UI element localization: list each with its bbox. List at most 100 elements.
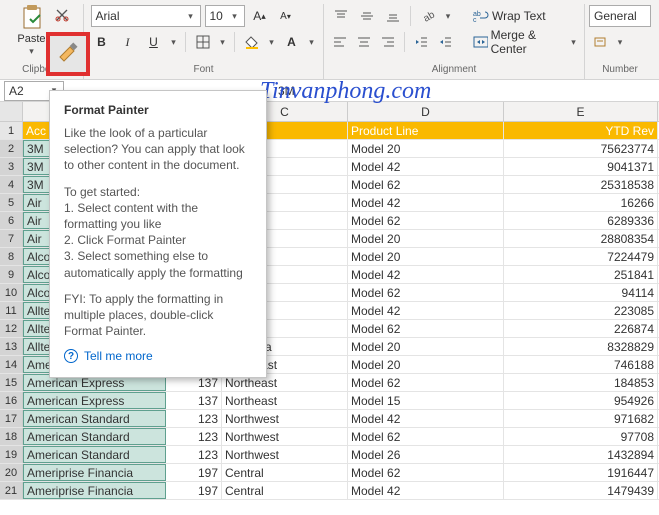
row-header[interactable]: 14 bbox=[0, 356, 23, 373]
row-header[interactable]: 4 bbox=[0, 176, 23, 193]
cell[interactable]: 1479439 bbox=[504, 482, 658, 499]
cell[interactable]: 746188 bbox=[504, 356, 658, 373]
cell[interactable]: Model 20 bbox=[348, 248, 504, 265]
font-color-button[interactable]: A bbox=[281, 31, 303, 53]
align-middle-button[interactable] bbox=[356, 5, 378, 27]
row-header[interactable]: 12 bbox=[0, 320, 23, 337]
cell[interactable]: Model 26 bbox=[348, 446, 504, 463]
cell[interactable]: Northwest bbox=[222, 410, 348, 427]
cell[interactable]: Model 42 bbox=[348, 410, 504, 427]
cell[interactable]: Model 42 bbox=[348, 302, 504, 319]
row-header[interactable]: 7 bbox=[0, 230, 23, 247]
cell[interactable]: Northwest bbox=[222, 428, 348, 445]
bold-button[interactable]: B bbox=[91, 31, 113, 53]
cell[interactable]: 197 bbox=[166, 464, 222, 481]
cell[interactable]: American Express bbox=[23, 392, 166, 409]
cell[interactable]: Model 62 bbox=[348, 284, 504, 301]
accounting-format-button[interactable] bbox=[589, 31, 611, 53]
cell[interactable]: 25318538 bbox=[504, 176, 658, 193]
header-cell[interactable]: Product Line bbox=[348, 122, 504, 139]
increase-indent-button[interactable] bbox=[435, 31, 455, 53]
row-header[interactable]: 11 bbox=[0, 302, 23, 319]
cell[interactable]: Model 42 bbox=[348, 482, 504, 499]
cell[interactable]: 226874 bbox=[504, 320, 658, 337]
number-format-select[interactable]: General bbox=[589, 5, 651, 27]
row-header[interactable]: 2 bbox=[0, 140, 23, 157]
cell[interactable]: 9041371 bbox=[504, 158, 658, 175]
cell[interactable]: 6289336 bbox=[504, 212, 658, 229]
align-right-button[interactable] bbox=[378, 31, 398, 53]
cell[interactable]: American Standard bbox=[23, 428, 166, 445]
cell[interactable]: Central bbox=[222, 464, 348, 481]
row-header[interactable]: 18 bbox=[0, 428, 23, 445]
cell[interactable]: 75623774 bbox=[504, 140, 658, 157]
decrease-indent-button[interactable] bbox=[411, 31, 431, 53]
cell[interactable]: 1432894 bbox=[504, 446, 658, 463]
cell[interactable]: American Standard bbox=[23, 446, 166, 463]
fill-color-button[interactable] bbox=[241, 31, 263, 53]
format-painter-button[interactable] bbox=[57, 42, 79, 67]
cell[interactable]: Northwest bbox=[222, 446, 348, 463]
row-header[interactable]: 8 bbox=[0, 248, 23, 265]
cell[interactable]: Model 20 bbox=[348, 338, 504, 355]
select-all-corner[interactable] bbox=[0, 102, 23, 121]
cell[interactable]: 7224479 bbox=[504, 248, 658, 265]
row-header[interactable]: 3 bbox=[0, 158, 23, 175]
cell[interactable]: 8328829 bbox=[504, 338, 658, 355]
align-center-button[interactable] bbox=[354, 31, 374, 53]
tell-me-more-link[interactable]: ? Tell me more bbox=[64, 349, 252, 363]
cell[interactable]: Model 20 bbox=[348, 230, 504, 247]
cell[interactable]: 184853 bbox=[504, 374, 658, 391]
cell[interactable]: American Standard bbox=[23, 410, 166, 427]
cell[interactable]: Model 62 bbox=[348, 428, 504, 445]
cell[interactable]: 971682 bbox=[504, 410, 658, 427]
cell[interactable]: 137 bbox=[166, 392, 222, 409]
cell[interactable]: 223085 bbox=[504, 302, 658, 319]
align-left-button[interactable] bbox=[330, 31, 350, 53]
row-header[interactable]: 16 bbox=[0, 392, 23, 409]
row-header[interactable]: 5 bbox=[0, 194, 23, 211]
cell[interactable]: 123 bbox=[166, 428, 222, 445]
cell[interactable]: 954926 bbox=[504, 392, 658, 409]
cell[interactable]: 16266 bbox=[504, 194, 658, 211]
cell[interactable]: Model 42 bbox=[348, 194, 504, 211]
font-name-select[interactable]: Arial▾ bbox=[91, 5, 201, 27]
align-bottom-button[interactable] bbox=[382, 5, 404, 27]
cell[interactable]: 28808354 bbox=[504, 230, 658, 247]
cell[interactable]: Central bbox=[222, 482, 348, 499]
cell[interactable]: 123 bbox=[166, 446, 222, 463]
cell[interactable]: Model 42 bbox=[348, 158, 504, 175]
col-header-E[interactable]: E bbox=[504, 102, 658, 121]
cell[interactable]: Model 62 bbox=[348, 212, 504, 229]
row-header[interactable]: 19 bbox=[0, 446, 23, 463]
cell[interactable]: 197 bbox=[166, 482, 222, 499]
cell[interactable]: Model 62 bbox=[348, 374, 504, 391]
cell[interactable]: 94114 bbox=[504, 284, 658, 301]
row-header[interactable]: 6 bbox=[0, 212, 23, 229]
orientation-button[interactable]: ab bbox=[417, 5, 439, 27]
underline-button[interactable]: U bbox=[143, 31, 165, 53]
cell[interactable]: 97708 bbox=[504, 428, 658, 445]
cell[interactable]: 251841 bbox=[504, 266, 658, 283]
italic-button[interactable]: I bbox=[117, 31, 139, 53]
wrap-text-button[interactable]: abc Wrap Text bbox=[473, 9, 546, 23]
cell[interactable]: Ameriprise Financia bbox=[23, 464, 166, 481]
header-cell[interactable]: YTD Rev bbox=[504, 122, 658, 139]
align-top-button[interactable] bbox=[330, 5, 352, 27]
row-header[interactable]: 9 bbox=[0, 266, 23, 283]
borders-button[interactable] bbox=[192, 31, 214, 53]
decrease-font-button[interactable]: A▾ bbox=[275, 5, 297, 27]
cut-button[interactable] bbox=[51, 4, 73, 26]
cell[interactable]: Model 62 bbox=[348, 176, 504, 193]
cell[interactable]: Model 20 bbox=[348, 140, 504, 157]
row-header[interactable]: 21 bbox=[0, 482, 23, 499]
merge-center-button[interactable]: Merge & Center ▾ bbox=[473, 28, 578, 56]
font-size-select[interactable]: 10▾ bbox=[205, 5, 245, 27]
cell[interactable]: Model 15 bbox=[348, 392, 504, 409]
row-header[interactable]: 1 bbox=[0, 122, 23, 139]
cell[interactable]: Model 20 bbox=[348, 356, 504, 373]
row-header[interactable]: 17 bbox=[0, 410, 23, 427]
row-header[interactable]: 15 bbox=[0, 374, 23, 391]
paste-button[interactable]: Paste ▾ bbox=[15, 4, 49, 57]
row-header[interactable]: 20 bbox=[0, 464, 23, 481]
